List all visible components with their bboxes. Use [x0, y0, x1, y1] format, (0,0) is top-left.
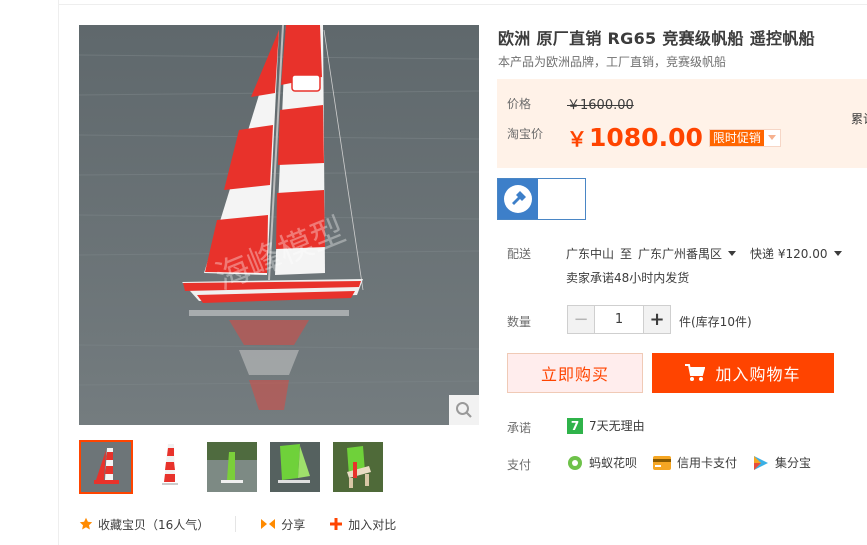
hammer-logo-icon	[498, 179, 538, 219]
shipping-info: 广东中山 至 广东广州番禺区 快递 ¥120.00	[566, 245, 842, 262]
favorite-label: 收藏宝贝（16人气）	[98, 517, 210, 532]
shipping-label: 配送	[507, 247, 532, 261]
thumbnail-image	[81, 442, 131, 492]
taobao-price-row: 淘宝价 ￥ 1080.00 限时促销	[507, 123, 781, 152]
stock-info: 件(库存10件)	[679, 315, 752, 329]
share-icon	[260, 517, 276, 531]
buy-now-button[interactable]: 立即购买	[507, 353, 643, 393]
original-price: ￥1600.00	[567, 98, 634, 113]
chevron-down-icon	[764, 135, 780, 140]
taobao-price: 1080.00	[589, 123, 703, 152]
thumbnail-3[interactable]	[205, 440, 259, 494]
sailboat-photo: 海峰模型	[79, 25, 479, 425]
compare-label: 加入对比	[348, 517, 397, 532]
promo-dropdown[interactable]: 限时促销	[708, 128, 781, 147]
share-button[interactable]: 分享	[260, 516, 305, 533]
jifenbao-icon	[753, 455, 769, 471]
thumbnail-image	[333, 442, 383, 492]
add-to-cart-label: 加入购物车	[715, 365, 801, 384]
credit-card-icon	[653, 455, 672, 470]
ship-from: 广东中山	[566, 247, 615, 261]
quantity-label: 数量	[507, 315, 532, 329]
caret-down-icon	[728, 251, 737, 256]
decrease-button[interactable]: −	[568, 306, 595, 333]
payment-label: 支付	[507, 458, 532, 472]
payment-huabei[interactable]: 蚂蚁花呗	[567, 454, 637, 471]
currency-symbol: ￥	[567, 127, 587, 151]
magnifier-icon	[456, 402, 472, 418]
thumbnail-1[interactable]	[79, 440, 133, 494]
thumbnail-2[interactable]	[142, 440, 196, 494]
seven-day-text: 7天无理由	[589, 419, 645, 433]
payment-method-label: 信用卡支付	[677, 456, 738, 470]
payment-credit-card[interactable]: 信用卡支付	[653, 454, 737, 471]
product-title: 欧洲 原厂直销 RG65 竞赛级帆船 遥控帆船	[498, 29, 815, 48]
shipping-method: 快递 ¥120.00	[750, 247, 828, 261]
thumbnail-4[interactable]	[268, 440, 322, 494]
compare-button[interactable]: 加入对比	[329, 516, 396, 533]
thumbnail-image	[207, 442, 257, 492]
seven-day-return[interactable]: 7 7天无理由	[567, 417, 645, 434]
original-price-row: 价格 ￥1600.00	[507, 94, 634, 113]
destination-select[interactable]: 广东广州番禺区	[638, 245, 737, 262]
favorite-button[interactable]: 收藏宝贝（16人气）	[79, 516, 209, 533]
quantity-input[interactable]: 1	[595, 306, 643, 333]
thumbnail-5[interactable]	[331, 440, 385, 494]
action-divider	[235, 516, 237, 532]
frame-border-left	[58, 0, 59, 545]
ship-to-word: 至	[620, 247, 633, 261]
thumbnail-strip	[79, 440, 399, 494]
frame-border-top	[58, 4, 867, 5]
thumbnail-image	[144, 442, 194, 492]
star-icon	[79, 517, 93, 531]
payment-method-label: 蚂蚁花呗	[589, 456, 638, 470]
promotion-badge[interactable]	[497, 178, 586, 220]
zoom-button[interactable]	[449, 395, 479, 425]
increase-button[interactable]: +	[643, 306, 670, 333]
price-label: 价格	[507, 97, 532, 111]
seven-day-icon: 7	[567, 417, 583, 434]
share-label: 分享	[281, 517, 306, 532]
shipping-method-select[interactable]: 快递 ¥120.00	[750, 245, 842, 262]
huabei-icon	[567, 455, 583, 471]
thumbnail-image	[270, 442, 320, 492]
taobao-price-label: 淘宝价	[507, 127, 544, 141]
main-product-image[interactable]: 海峰模型	[79, 25, 479, 425]
quantity-stepper: − 1 +	[567, 305, 671, 334]
caret-down-icon	[833, 251, 842, 256]
price-panel: 价格 ￥1600.00 累计 淘宝价 ￥ 1080.00 限时促销	[497, 79, 867, 168]
shipping-promise: 卖家承诺48小时内发货	[566, 271, 690, 285]
product-actions: 收藏宝贝（16人气） 分享 加入对比	[79, 514, 479, 534]
plus-icon	[329, 517, 343, 531]
payment-jifenbao[interactable]: 集分宝	[753, 454, 811, 471]
promo-tag: 限时促销	[709, 129, 764, 146]
payment-method-label: 集分宝	[775, 456, 812, 470]
product-subtitle: 本产品为欧洲品牌，工厂直销，竞赛级帆船	[498, 55, 727, 69]
ship-to: 广东广州番禺区	[638, 247, 723, 261]
add-to-cart-button[interactable]: 加入购物车	[652, 353, 834, 393]
promise-label: 承诺	[507, 421, 532, 435]
cart-icon	[685, 364, 706, 382]
cumulative-sales-label: 累计	[851, 112, 867, 126]
payment-methods: 蚂蚁花呗 信用卡支付 集分宝	[567, 454, 827, 471]
